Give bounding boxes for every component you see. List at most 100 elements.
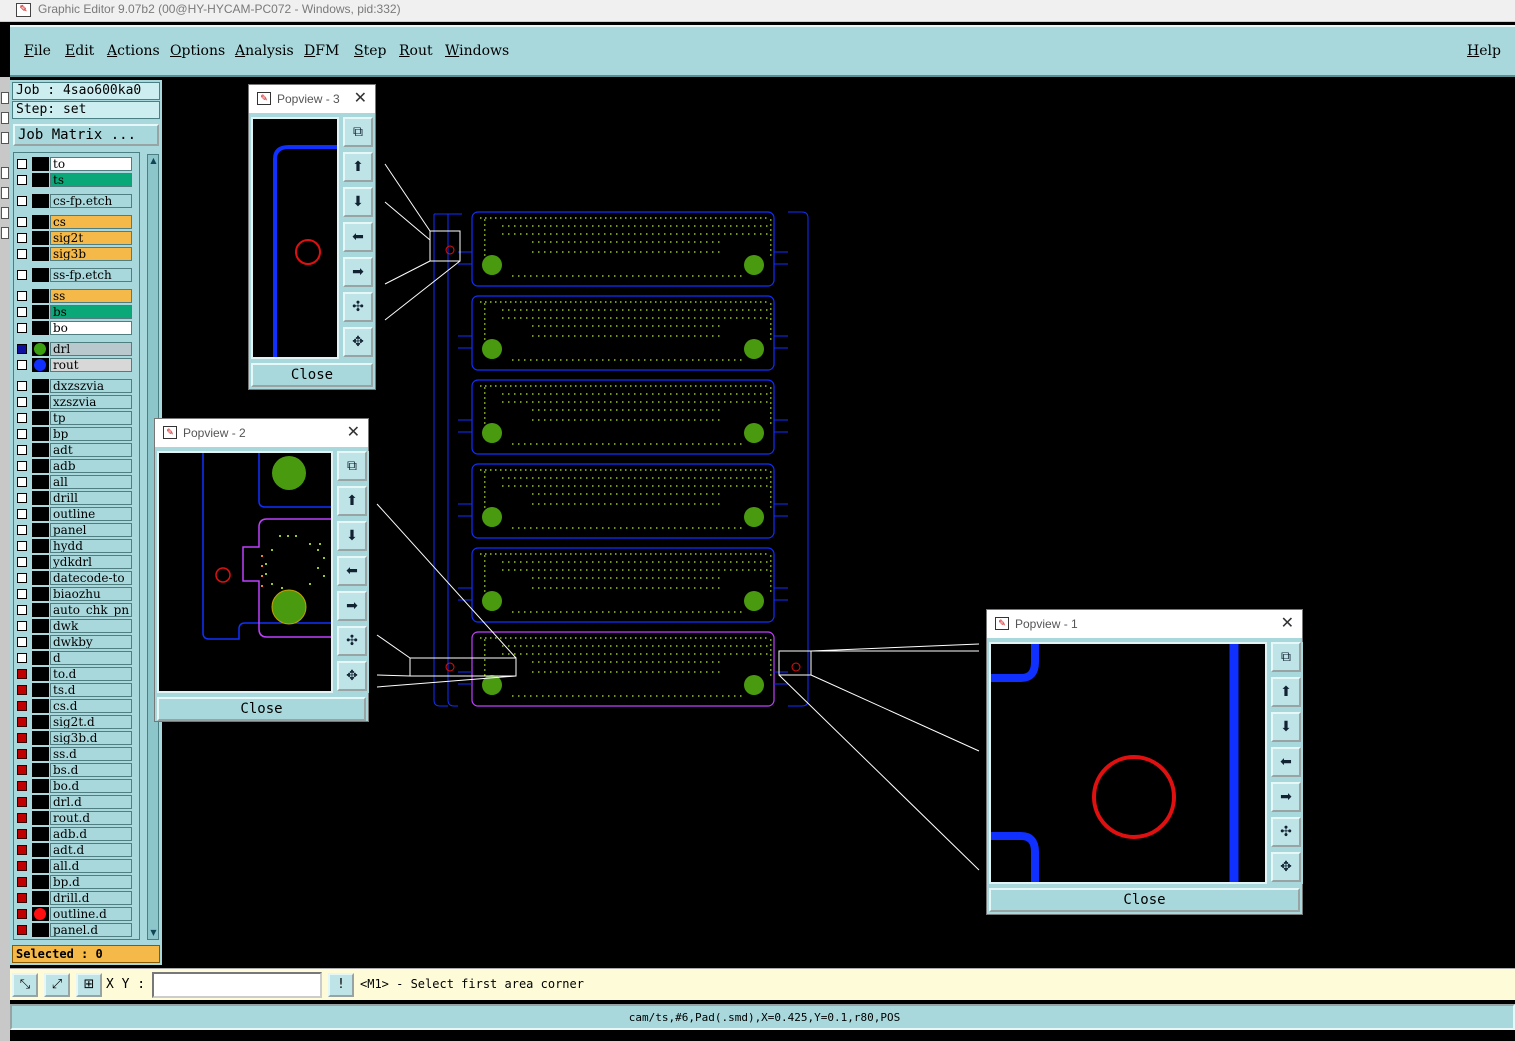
layer-checkbox[interactable] bbox=[17, 829, 27, 839]
layer-name[interactable]: d bbox=[50, 651, 132, 665]
layer-name[interactable]: drill.d bbox=[50, 891, 132, 905]
layer-row-sig3b-d[interactable]: sig3b.d bbox=[14, 731, 139, 745]
measure-icon[interactable]: ⤢ bbox=[44, 973, 70, 997]
layer-checkbox[interactable] bbox=[17, 557, 27, 567]
layer-row-drl-d[interactable]: drl.d bbox=[14, 795, 139, 809]
layer-row-ss[interactable]: ss bbox=[14, 289, 139, 303]
layer-checkbox[interactable] bbox=[17, 461, 27, 471]
layer-name[interactable]: to bbox=[50, 157, 132, 171]
layer-name[interactable]: cs-fp.etch bbox=[50, 194, 132, 208]
popview-2-close-button[interactable]: Close bbox=[157, 697, 366, 721]
layer-row-adb-d[interactable]: adb.d bbox=[14, 827, 139, 841]
layer-row-dwkby[interactable]: dwkby bbox=[14, 635, 139, 649]
layer-checkbox[interactable] bbox=[17, 733, 27, 743]
pan-down-icon[interactable]: ⬇ bbox=[343, 187, 373, 217]
layer-row-xzszvia[interactable]: xzszvia bbox=[14, 395, 139, 409]
layer-row-cs-fp-etch[interactable]: cs-fp.etch bbox=[14, 194, 139, 208]
layer-checkbox[interactable] bbox=[17, 525, 27, 535]
layer-name[interactable]: bo.d bbox=[50, 779, 132, 793]
grid-snap-icon[interactable]: ⊞ bbox=[76, 973, 102, 997]
layer-name[interactable]: dwkby bbox=[50, 635, 132, 649]
layer-checkbox[interactable] bbox=[17, 413, 27, 423]
zoom-fit-icon[interactable]: ⧉ bbox=[1271, 642, 1301, 672]
layer-row-ts[interactable]: ts bbox=[14, 173, 139, 187]
scroll-up-arrow-icon[interactable]: ▲ bbox=[149, 156, 158, 166]
pan-left-icon[interactable]: ⬅ bbox=[1271, 747, 1301, 777]
layer-checkbox[interactable] bbox=[17, 344, 27, 354]
layer-row-all[interactable]: all bbox=[14, 475, 139, 489]
layer-name[interactable]: adb bbox=[50, 459, 132, 473]
layer-name[interactable]: bp bbox=[50, 427, 132, 441]
zoom-out-icon[interactable]: ✥ bbox=[1271, 852, 1301, 882]
layer-checkbox[interactable] bbox=[17, 701, 27, 711]
layer-name[interactable]: bs bbox=[50, 305, 132, 319]
layer-row-sig3b[interactable]: sig3b bbox=[14, 247, 139, 261]
pan-up-icon[interactable]: ⬆ bbox=[337, 486, 367, 516]
layer-name[interactable]: adb.d bbox=[50, 827, 132, 841]
pan-left-icon[interactable]: ⬅ bbox=[343, 222, 373, 252]
menu-analysis[interactable]: Analysis bbox=[235, 43, 294, 59]
layer-checkbox[interactable] bbox=[17, 541, 27, 551]
layer-name[interactable]: xzszvia bbox=[50, 395, 132, 409]
popview-1-titlebar[interactable]: ✎ Popview - 1 ✕ bbox=[987, 610, 1302, 638]
menu-dfm[interactable]: DFM bbox=[304, 43, 339, 59]
layer-name[interactable]: bp.d bbox=[50, 875, 132, 889]
layer-checkbox[interactable] bbox=[17, 573, 27, 583]
layer-checkbox[interactable] bbox=[17, 381, 27, 391]
layer-checkbox[interactable] bbox=[17, 797, 27, 807]
layer-checkbox[interactable] bbox=[17, 653, 27, 663]
layer-checkbox[interactable] bbox=[17, 845, 27, 855]
menu-step[interactable]: Step bbox=[354, 43, 386, 59]
xy-input[interactable] bbox=[152, 972, 322, 998]
layer-name[interactable]: tp bbox=[50, 411, 132, 425]
layer-row-ts-d[interactable]: ts.d bbox=[14, 683, 139, 697]
layer-checkbox[interactable] bbox=[17, 669, 27, 679]
popview-1-view[interactable] bbox=[989, 642, 1267, 884]
close-icon[interactable]: ✕ bbox=[1281, 613, 1294, 633]
layer-checkbox[interactable] bbox=[17, 749, 27, 759]
layer-checkbox[interactable] bbox=[17, 781, 27, 791]
job-matrix-button[interactable]: Job Matrix ... bbox=[13, 124, 159, 146]
layer-checkbox[interactable] bbox=[17, 509, 27, 519]
layer-name[interactable]: all.d bbox=[50, 859, 132, 873]
select-arrow-icon[interactable]: ⤡ bbox=[12, 973, 38, 997]
pan-up-icon[interactable]: ⬆ bbox=[343, 152, 373, 182]
layer-row-bo-d[interactable]: bo.d bbox=[14, 779, 139, 793]
layer-checkbox[interactable] bbox=[17, 925, 27, 935]
layer-name[interactable]: ts.d bbox=[50, 683, 132, 697]
menu-actions[interactable]: Actions bbox=[107, 43, 160, 59]
layer-name[interactable]: ss bbox=[50, 289, 132, 303]
layer-checkbox[interactable] bbox=[17, 159, 27, 169]
layer-checkbox[interactable] bbox=[17, 307, 27, 317]
layer-row-ydkdrl[interactable]: ydkdrl bbox=[14, 555, 139, 569]
layer-row-panel[interactable]: panel bbox=[14, 523, 139, 537]
layer-row-outline[interactable]: outline bbox=[14, 507, 139, 521]
layer-row-cs[interactable]: cs bbox=[14, 215, 139, 229]
layer-row-dwk[interactable]: dwk bbox=[14, 619, 139, 633]
menu-rout[interactable]: Rout bbox=[399, 43, 433, 59]
layer-name[interactable]: drl bbox=[50, 342, 132, 356]
menu-help[interactable]: Help bbox=[1467, 43, 1501, 59]
layer-name[interactable]: ss.d bbox=[50, 747, 132, 761]
layer-name[interactable]: biaozhu bbox=[50, 587, 132, 601]
layer-checkbox[interactable] bbox=[17, 360, 27, 370]
pan-up-icon[interactable]: ⬆ bbox=[1271, 677, 1301, 707]
layer-row-outline-d[interactable]: outline.d bbox=[14, 907, 139, 921]
zoom-out-icon[interactable]: ✥ bbox=[343, 327, 373, 357]
layer-name[interactable]: outline.d bbox=[50, 907, 132, 921]
layer-checkbox[interactable] bbox=[17, 605, 27, 615]
layer-row-bs-d[interactable]: bs.d bbox=[14, 763, 139, 777]
layer-name[interactable]: adt.d bbox=[50, 843, 132, 857]
layer-name[interactable]: ts bbox=[50, 173, 132, 187]
layer-row-panel-d[interactable]: panel.d bbox=[14, 923, 139, 937]
layer-name[interactable]: cs.d bbox=[50, 699, 132, 713]
layer-row-hydd[interactable]: hydd bbox=[14, 539, 139, 553]
zoom-in-icon[interactable]: ✣ bbox=[337, 626, 367, 656]
layer-checkbox[interactable] bbox=[17, 429, 27, 439]
layer-row-ss-fp-etch[interactable]: ss-fp.etch bbox=[14, 268, 139, 282]
layer-name[interactable]: sig2t bbox=[50, 231, 132, 245]
layer-checkbox[interactable] bbox=[17, 175, 27, 185]
layer-name[interactable]: adt bbox=[50, 443, 132, 457]
layer-checkbox[interactable] bbox=[17, 445, 27, 455]
layer-checkbox[interactable] bbox=[17, 813, 27, 823]
